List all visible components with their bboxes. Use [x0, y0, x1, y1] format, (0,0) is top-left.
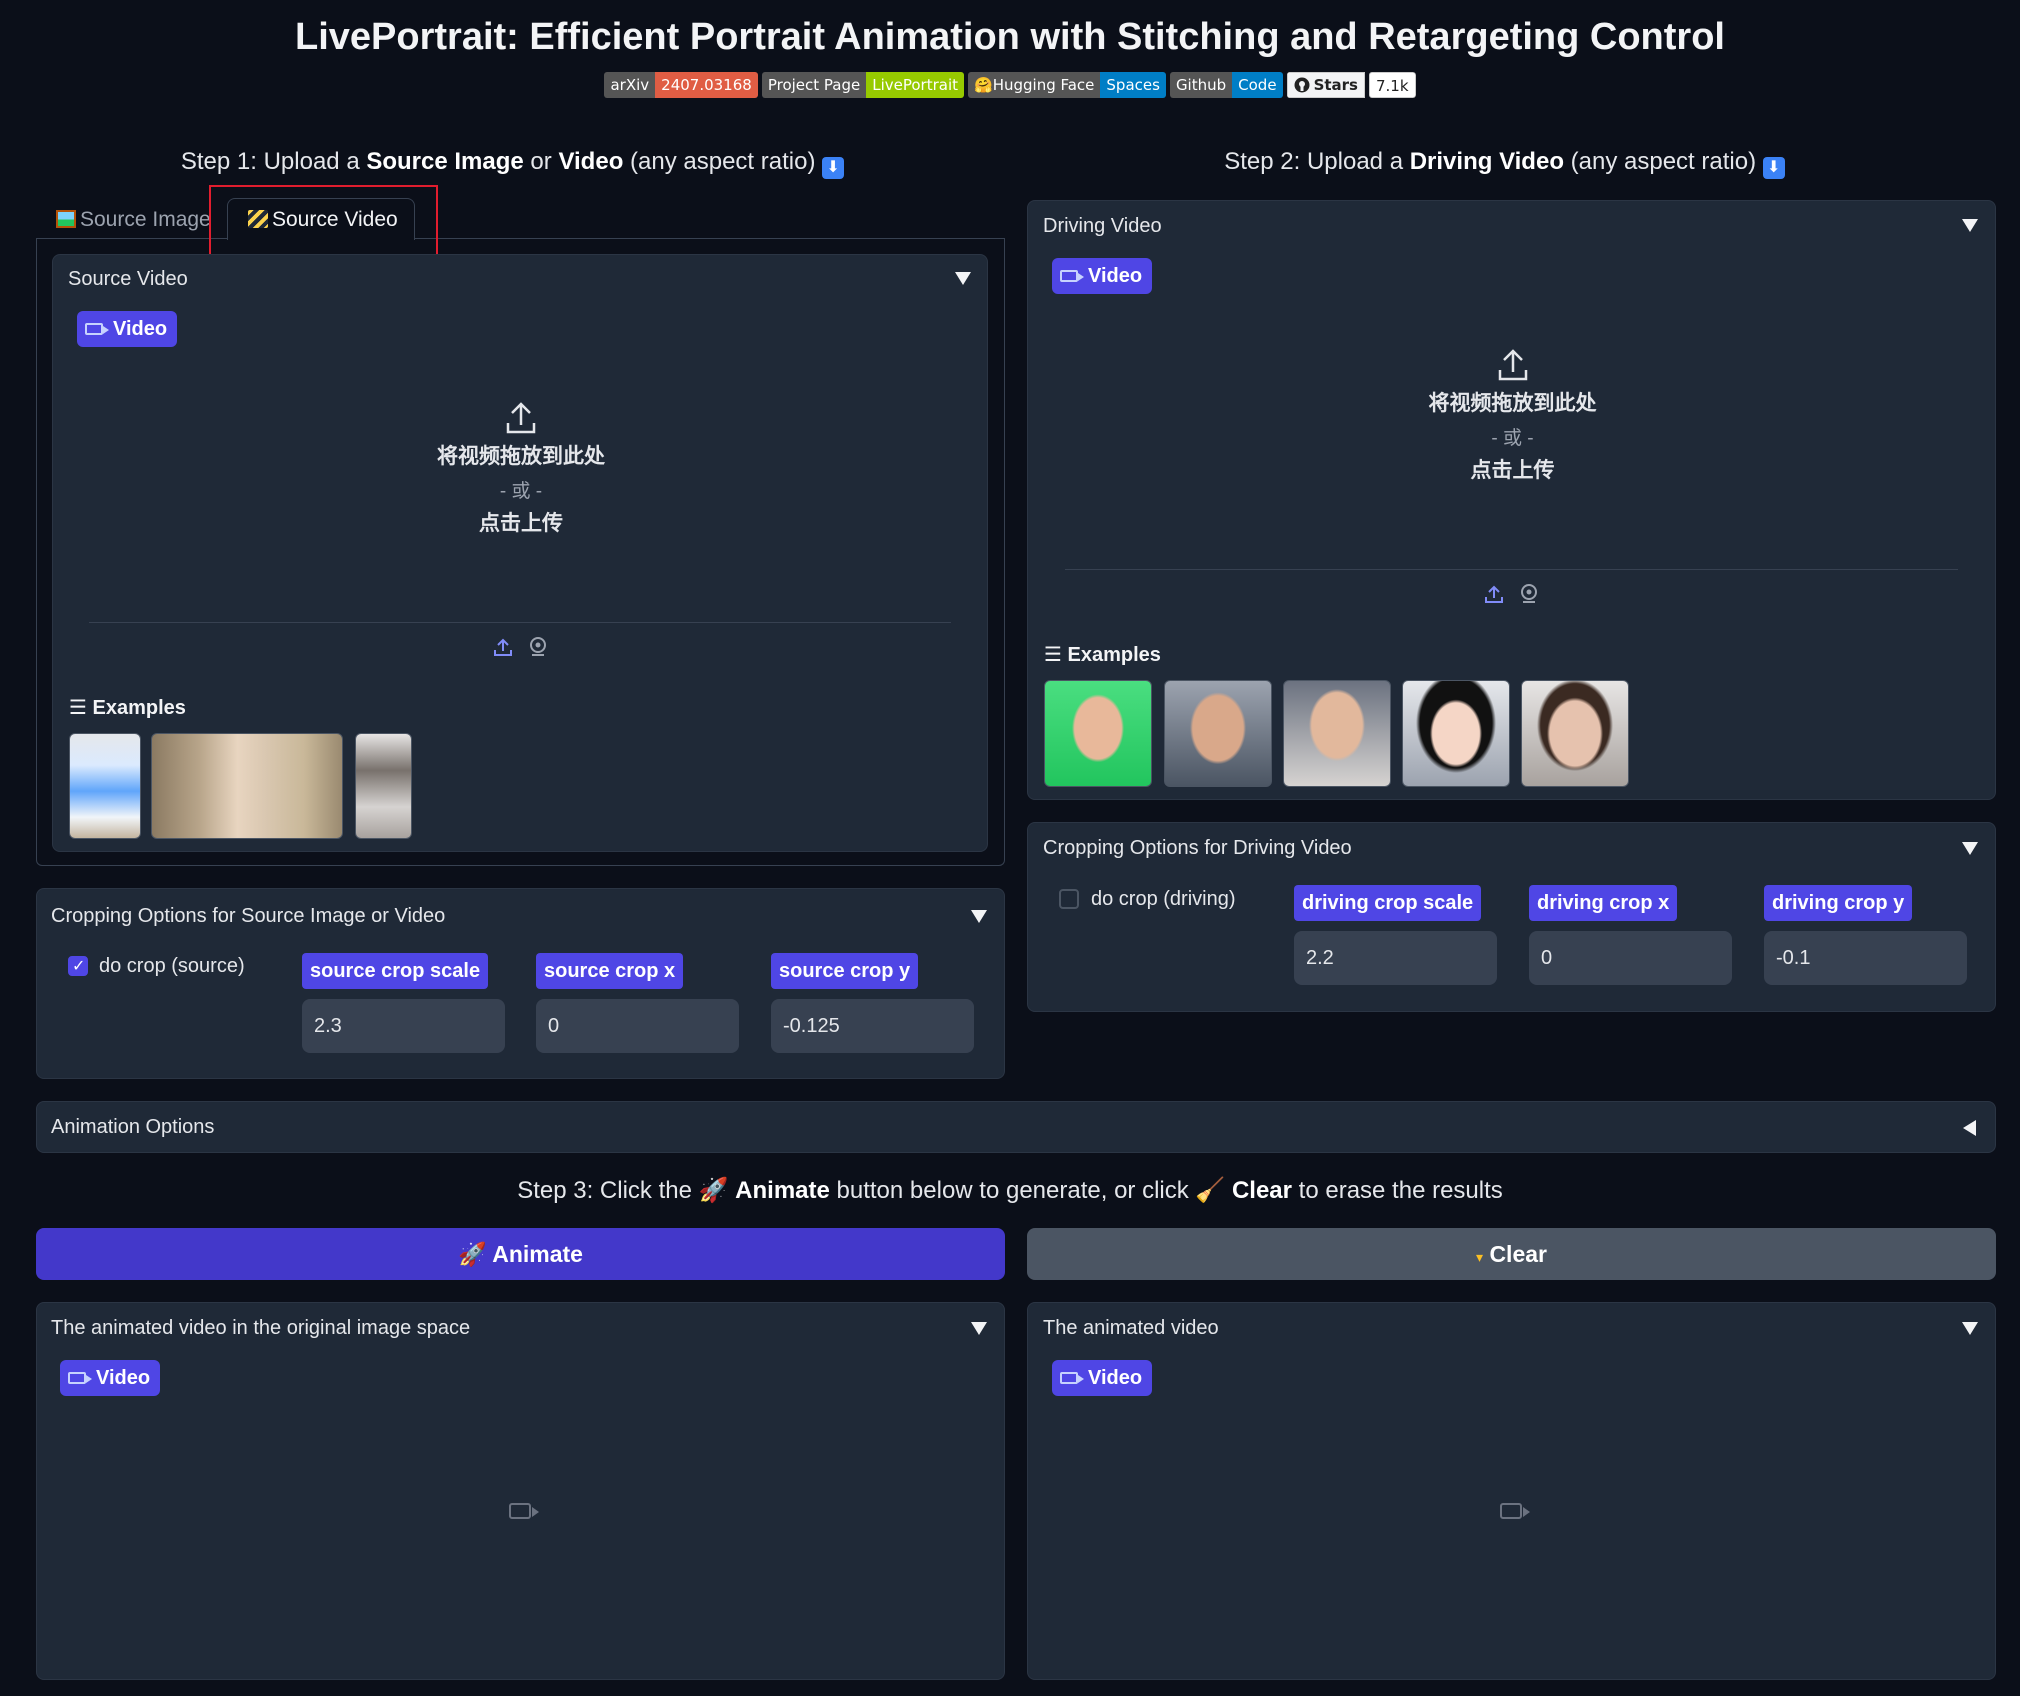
- video-camera-icon: [68, 1372, 92, 1384]
- collapse-toggle-icon[interactable]: [971, 1322, 987, 1335]
- picture-icon: [56, 210, 76, 228]
- source-crop-y-input[interactable]: -0.125: [771, 999, 974, 1053]
- github-icon: Stars: [1286, 72, 1365, 98]
- webcam-icon[interactable]: [528, 637, 548, 657]
- video-label: Video: [77, 311, 178, 347]
- video-label: Video: [1052, 258, 1153, 294]
- source-crop-x-input[interactable]: 0: [536, 999, 739, 1053]
- animation-options-panel[interactable]: Animation Options: [36, 1101, 1996, 1153]
- driving-video-panel: Driving Video Video 将视频拖放到此处 - 或 - 点击上传 …: [1027, 200, 1996, 800]
- badge-row: arXiv 2407.03168 Project Page LivePortrait…: [0, 72, 2020, 98]
- example-thumbnail[interactable]: [1521, 680, 1629, 787]
- video-camera-icon: [1060, 270, 1084, 282]
- source-crop-title: Cropping Options for Source Image or Vid…: [51, 905, 446, 927]
- video-placeholder-icon: [509, 1503, 539, 1519]
- collapse-toggle-icon[interactable]: [955, 272, 971, 285]
- collapse-toggle-icon[interactable]: [971, 910, 987, 923]
- broom-icon: ▾: [1476, 1249, 1484, 1265]
- driving-crop-scale-label: driving crop scale: [1294, 885, 1482, 921]
- examples-label: ☰ Examples: [69, 697, 186, 719]
- divider: [1065, 569, 1958, 570]
- down-arrow-icon: ⬇: [822, 157, 845, 179]
- animation-options-title: Animation Options: [51, 1116, 215, 1138]
- collapse-toggle-icon[interactable]: [1962, 1322, 1978, 1335]
- step2-heading: Step 2: Upload a Driving Video (any aspe…: [1028, 148, 1981, 179]
- source-crop-x-label: source crop x: [536, 953, 684, 989]
- upload-icon: [506, 402, 536, 434]
- video-camera-icon: [1060, 1372, 1084, 1384]
- down-arrow-icon: ⬇: [1762, 157, 1785, 179]
- do-crop-driving-checkbox[interactable]: [1059, 889, 1079, 909]
- do-crop-source-checkbox[interactable]: [68, 956, 88, 976]
- collapse-toggle-icon[interactable]: [1962, 842, 1978, 855]
- driving-crop-y-input[interactable]: -0.1: [1764, 931, 1967, 985]
- source-crop-panel: Cropping Options for Source Image or Vid…: [36, 888, 1005, 1079]
- driving-crop-x-input[interactable]: 0: [1529, 931, 1732, 985]
- driving-crop-panel: Cropping Options for Driving Video do cr…: [1027, 822, 1996, 1012]
- step3-heading: Step 3: Click the 🚀 Animate button below…: [517, 1177, 1503, 1204]
- example-thumbnail[interactable]: [1164, 680, 1272, 787]
- do-crop-driving-label: do crop (driving): [1091, 888, 1236, 910]
- video-label: Video: [60, 1360, 161, 1396]
- collapse-toggle-icon[interactable]: [1962, 219, 1978, 232]
- output-animated-title: The animated video: [1043, 1317, 1219, 1339]
- page-title: LivePortrait: Efficient Portrait Animati…: [295, 16, 1725, 58]
- source-video-title: Source Video: [68, 268, 188, 290]
- expand-toggle-icon[interactable]: [1963, 1120, 1976, 1136]
- do-crop-source-label: do crop (source): [99, 955, 245, 977]
- clear-button[interactable]: ▾ Clear: [1027, 1228, 1996, 1280]
- upload-icon[interactable]: [1484, 584, 1504, 604]
- video-dropzone[interactable]: 将视频拖放到此处 - 或 - 点击上传: [1028, 348, 1997, 484]
- webcam-icon[interactable]: [1519, 584, 1539, 604]
- tab-source-image[interactable]: Source Image: [56, 208, 211, 232]
- github-badge[interactable]: Github Code: [1169, 72, 1283, 98]
- step1-heading: Step 1: Upload a Source Image or Video (…: [36, 148, 989, 179]
- upload-icon[interactable]: [493, 637, 513, 657]
- driving-crop-y-label: driving crop y: [1764, 885, 1913, 921]
- upload-icon: [1498, 349, 1527, 381]
- hugging-face-badge[interactable]: 🤗Hugging Face Spaces: [968, 72, 1166, 98]
- example-thumbnail[interactable]: [1044, 680, 1152, 787]
- video-camera-icon: [85, 323, 109, 335]
- video-label: Video: [1052, 1360, 1153, 1396]
- example-thumbnail[interactable]: [1283, 680, 1391, 787]
- driving-crop-x-label: driving crop x: [1529, 885, 1678, 921]
- video-placeholder-icon: [1500, 1503, 1530, 1519]
- source-video-panel: Source Video Video 将视频拖放到此处 - 或 - 点击上传 ☰…: [52, 254, 988, 852]
- example-thumbnail[interactable]: [69, 733, 141, 839]
- output-original-title: The animated video in the original image…: [51, 1317, 471, 1339]
- github-stars-badge[interactable]: Stars 7.1k: [1286, 72, 1416, 98]
- arxiv-badge[interactable]: arXiv 2407.03168: [604, 72, 758, 98]
- driving-video-title: Driving Video: [1043, 215, 1162, 237]
- source-crop-scale-input[interactable]: 2.3: [302, 999, 505, 1053]
- list-icon: ☰: [69, 697, 93, 719]
- list-icon: ☰: [1044, 644, 1068, 666]
- driving-crop-scale-input[interactable]: 2.2: [1294, 931, 1497, 985]
- video-dropzone[interactable]: 将视频拖放到此处 - 或 - 点击上传: [53, 401, 989, 537]
- examples-label: ☰ Examples: [1044, 644, 1161, 666]
- example-thumbnail[interactable]: [151, 733, 343, 839]
- example-thumbnail[interactable]: [355, 733, 412, 839]
- divider: [89, 622, 951, 623]
- driving-crop-title: Cropping Options for Driving Video: [1043, 837, 1352, 859]
- source-crop-scale-label: source crop scale: [302, 953, 489, 989]
- animate-button[interactable]: 🚀 Animate: [36, 1228, 1005, 1280]
- output-animated-panel: The animated video Video: [1027, 1302, 1996, 1680]
- output-original-space-panel: The animated video in the original image…: [36, 1302, 1005, 1680]
- project-page-badge[interactable]: Project Page LivePortrait: [761, 72, 965, 98]
- example-thumbnail[interactable]: [1402, 680, 1510, 787]
- stars-count: 7.1k: [1368, 72, 1416, 98]
- source-crop-y-label: source crop y: [771, 953, 919, 989]
